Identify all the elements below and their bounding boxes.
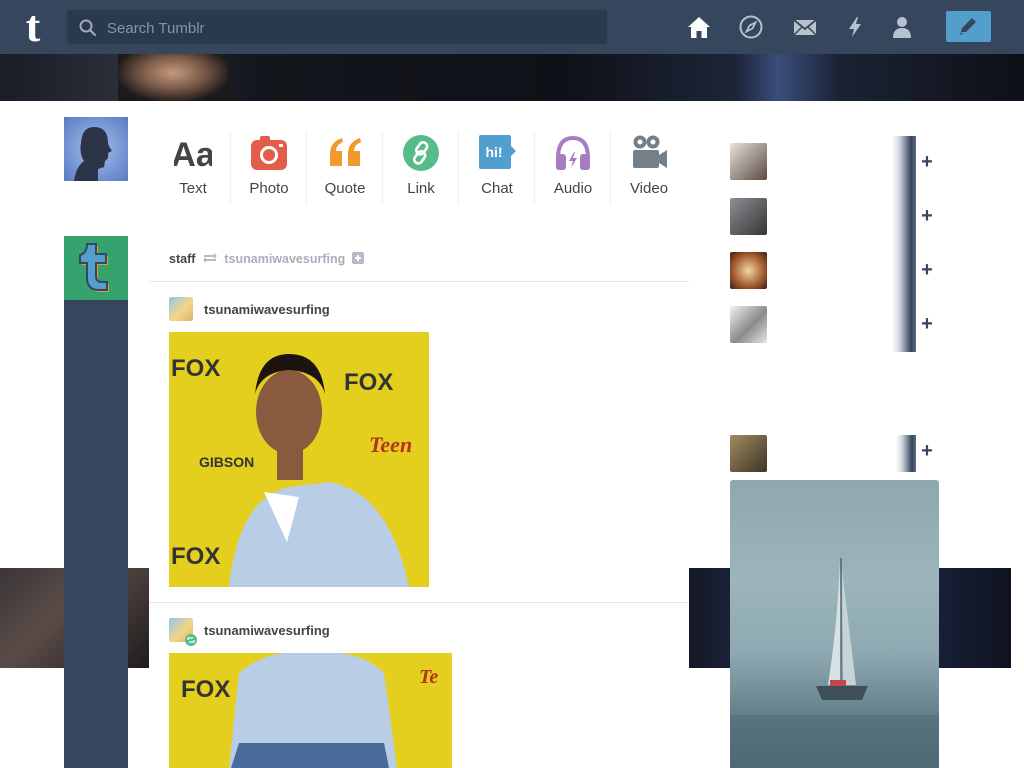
blog-rail [64,236,128,768]
activity-icon[interactable] [842,14,868,40]
photo-content: FOX Te [169,653,452,768]
inbox-icon[interactable] [792,14,818,40]
post-photo[interactable]: FOX FOX FOX Teen GIBSON [169,332,429,587]
post-type-label: Photo [249,180,289,197]
svg-text:hi!: hi! [485,144,502,160]
staff-avatar[interactable] [64,236,128,300]
svg-text:Te: Te [419,666,438,688]
post-avatar[interactable] [169,297,193,321]
compose-button[interactable] [946,11,991,42]
recommended-blog-fade [892,298,916,352]
account-icon[interactable] [889,14,915,40]
follow-plus-icon[interactable] [351,252,364,264]
post-type-photo-button[interactable]: Photo [231,117,307,207]
radar-photo[interactable] [730,480,939,768]
silhouette-avatar-icon [74,127,112,181]
text-icon: Aa [174,136,212,172]
post-type-link-button[interactable]: Link [383,117,459,207]
headphones-icon [556,135,590,170]
search-box[interactable] [67,10,607,46]
header-banner-image [0,54,1024,101]
video-camera-icon [633,135,667,168]
recommended-blog-avatar[interactable] [730,143,767,180]
svg-text:Aa: Aa [174,136,212,172]
tumblr-logo[interactable]: t [16,5,50,49]
post-type-audio-button[interactable]: Audio [535,117,611,207]
search-icon [79,19,96,36]
banner-face-photo [118,54,228,101]
top-navigation-bar: t [0,0,1024,54]
post-type-label: Chat [481,180,513,197]
svg-text:FOX: FOX [171,355,220,382]
recommended-blog-avatar[interactable] [730,198,767,235]
reblog-source-name[interactable]: tsunamiwavesurfing [224,252,345,266]
recommended-blog-fade [892,136,916,190]
post-type-video-button[interactable]: Video [611,117,687,207]
user-avatar[interactable] [64,117,128,181]
recommended-blog-avatar[interactable] [730,252,767,289]
explore-icon[interactable] [738,14,764,40]
svg-text:Teen: Teen [369,432,412,457]
post-photo[interactable]: FOX Te [169,653,452,768]
recommended-blog-fade [892,190,916,244]
follow-plus-icon[interactable]: + [918,152,936,172]
recommended-blog-fade [892,244,916,298]
home-icon[interactable] [686,14,712,40]
post-type-label: Quote [324,180,366,197]
search-input[interactable] [105,10,599,46]
reblog-badge-icon [185,634,197,646]
post-type-label: Video [629,180,669,197]
compose-icon [960,18,976,35]
svg-text:FOX: FOX [171,543,220,570]
svg-text:FOX: FOX [181,676,230,703]
post-username[interactable]: tsunamiwavesurfing [204,623,330,638]
recommended-blog-fade [896,435,916,472]
post-type-bar: Aa Text Photo Quote Link hi! Chat Audio … [155,117,687,207]
post-type-label: Link [407,180,435,197]
post-type-label: Audio [553,180,593,197]
follow-plus-icon[interactable]: + [918,260,936,280]
reblog-icon [202,253,217,263]
post-type-label: Text [179,180,207,197]
post-type-chat-button[interactable]: hi! Chat [459,117,535,207]
sailboat-photo-content [730,558,939,768]
reblog-header: staff tsunamiwavesurfing [169,252,364,268]
follow-plus-icon[interactable]: + [918,441,936,461]
post-type-quote-button[interactable]: Quote [307,117,383,207]
post-username[interactable]: tsunamiwavesurfing [204,302,330,317]
dashboard-feed: staff tsunamiwavesurfing tsunamiwavesurf… [149,236,689,768]
reblogger-name[interactable]: staff [169,252,195,266]
tumblr-t-logo-icon [79,243,109,292]
chat-icon: hi! [479,135,516,169]
photo-content: FOX FOX FOX Teen GIBSON [169,332,429,587]
divider [149,281,689,282]
quote-icon [330,138,361,166]
link-icon [403,135,439,171]
follow-plus-icon[interactable]: + [918,206,936,226]
svg-text:GIBSON: GIBSON [199,454,254,470]
follow-plus-icon[interactable]: + [918,314,936,334]
divider [149,602,689,603]
camera-icon [251,136,287,170]
recommended-blog-avatar[interactable] [730,435,767,472]
post-type-text-button[interactable]: Aa Text [155,117,231,207]
recommended-blog-avatar[interactable] [730,306,767,343]
svg-text:FOX: FOX [344,369,393,396]
